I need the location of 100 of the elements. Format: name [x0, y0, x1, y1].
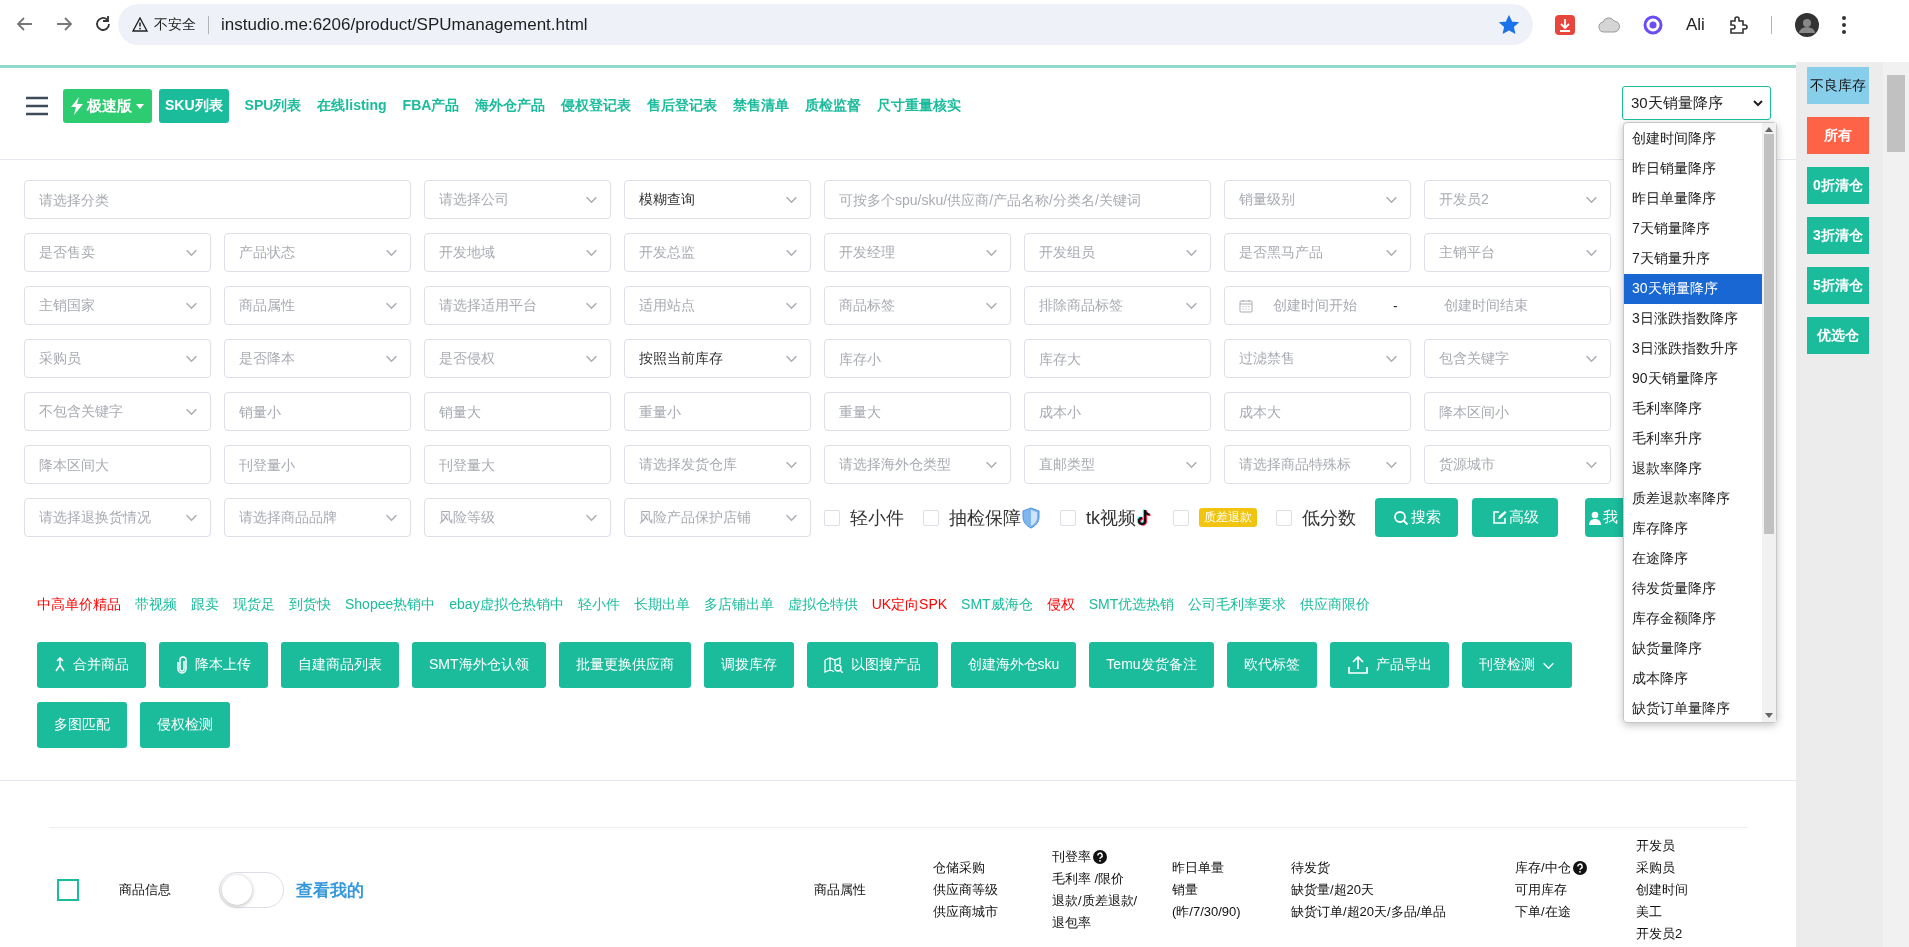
tool-button[interactable]: 侵权检测 [140, 702, 230, 748]
date-range-field[interactable]: 创建时间开始 - 创建时间结束 [1224, 286, 1611, 325]
input-field[interactable]: 刊登量小 [224, 445, 411, 484]
tag-link[interactable]: 中高单价精品 [37, 596, 121, 614]
input-field[interactable]: 成本大 [1224, 392, 1411, 431]
input-field[interactable]: 降本区间大 [24, 445, 211, 484]
select-field[interactable]: 开发地域 [424, 233, 611, 272]
tag-link[interactable]: 现货足 [233, 596, 275, 614]
avatar-icon[interactable] [1794, 12, 1819, 37]
download-icon[interactable] [1555, 14, 1575, 35]
tag-link[interactable]: 虚拟仓特供 [787, 596, 858, 614]
select-field[interactable]: 主销国家 [24, 286, 211, 325]
tool-button[interactable]: 产品导出 [1329, 642, 1449, 688]
filter-button[interactable]: 0折清仓 [1807, 167, 1869, 204]
select-field[interactable]: 产品状态 [224, 233, 411, 272]
nav-tab[interactable]: 尺寸重量核实 [871, 89, 968, 123]
scrollbar-thumb[interactable] [1887, 75, 1905, 152]
tag-link[interactable]: 公司毛利率要求 [1188, 596, 1287, 614]
scrollbar-thumb[interactable] [1764, 134, 1774, 534]
select-field[interactable]: 是否黑马产品 [1224, 233, 1411, 272]
select-field[interactable]: 按照当前库存 [624, 339, 811, 378]
select-field[interactable]: 包含关键字 [1424, 339, 1611, 378]
select-field[interactable]: 请选择退换货情况 [24, 498, 211, 537]
select-field[interactable]: 商品属性 [224, 286, 411, 325]
input-field[interactable]: 可按多个spu/sku/供应商/产品名称/分类名/关键词 [824, 180, 1211, 219]
dropdown-option[interactable]: 库存金额降序 [1624, 604, 1762, 634]
select-field[interactable]: 请选择发货仓库 [624, 445, 811, 484]
dropdown-option[interactable]: 缺货量降序 [1624, 634, 1762, 664]
input-field[interactable]: 销量小 [224, 392, 411, 431]
select-field[interactable]: 货源城市 [1424, 445, 1611, 484]
select-field[interactable]: 是否侵权 [424, 339, 611, 378]
dropdown-option[interactable]: 昨日单量降序 [1624, 184, 1762, 214]
puzzle-icon[interactable] [1727, 14, 1748, 35]
tool-button[interactable]: 创建海外仓sku [950, 642, 1077, 688]
select-field[interactable]: 开发总监 [624, 233, 811, 272]
tag-link[interactable]: 跟卖 [191, 596, 219, 614]
dropdown-option[interactable]: 3日涨跌指数降序 [1624, 304, 1762, 334]
select-field[interactable]: 直邮类型 [1024, 445, 1211, 484]
dropdown-option[interactable]: 创建时间降序 [1624, 124, 1762, 154]
input-field[interactable]: 刊登量大 [424, 445, 611, 484]
input-field[interactable]: 销量大 [424, 392, 611, 431]
filter-button[interactable]: 所有 [1807, 117, 1869, 154]
tool-button[interactable]: 调拨库存 [703, 642, 794, 688]
select-field[interactable]: 请选择商品特殊标 [1224, 445, 1411, 484]
select-field[interactable]: 是否降本 [224, 339, 411, 378]
input-field[interactable]: 库存大 [1024, 339, 1211, 378]
extension-label[interactable]: Ali [1686, 14, 1705, 35]
select-field[interactable]: 请选择海外仓类型 [824, 445, 1011, 484]
tool-button[interactable]: 降本上传 [159, 642, 268, 688]
tool-button[interactable]: 刊登检测 [1461, 642, 1572, 688]
select-field[interactable]: 商品标签 [824, 286, 1011, 325]
select-field[interactable]: 不包含关键字 [24, 392, 211, 431]
select-field[interactable]: 是否售卖 [24, 233, 211, 272]
nav-tab[interactable]: FBA产品 [396, 89, 466, 123]
menu-icon[interactable] [1841, 15, 1846, 34]
speed-mode-button[interactable]: 极速版 [63, 89, 152, 123]
tag-link[interactable]: 长期出单 [633, 596, 690, 614]
scroll-down-icon[interactable] [1765, 713, 1773, 718]
nav-tab[interactable]: 海外仓产品 [469, 89, 552, 123]
sort-select[interactable]: 30天销量降序 [1622, 86, 1771, 120]
menu-icon[interactable] [26, 96, 48, 116]
input-field[interactable]: 成本小 [1024, 392, 1211, 431]
dropdown-option[interactable]: 90天销量降序 [1624, 364, 1762, 394]
tag-link[interactable]: SMT优选热销 [1088, 596, 1175, 614]
select-field[interactable]: 请选择商品品牌 [224, 498, 411, 537]
tag-link[interactable]: 轻小件 [577, 596, 620, 614]
tag-link[interactable]: 多店铺出单 [703, 596, 774, 614]
input-field[interactable]: 重量大 [824, 392, 1011, 431]
nav-tab[interactable]: 在线listing [311, 89, 393, 123]
select-field[interactable]: 开发经理 [824, 233, 1011, 272]
toggle-switch[interactable] [219, 872, 284, 908]
tool-button[interactable]: 合并商品 [37, 642, 146, 688]
filter-button[interactable]: 3折清仓 [1807, 217, 1869, 254]
cloud-icon[interactable] [1598, 14, 1620, 35]
input-field[interactable]: 库存小 [824, 339, 1011, 378]
select-field[interactable]: 采购员 [24, 339, 211, 378]
edit-button[interactable]: 高级 [1472, 498, 1558, 537]
select-field[interactable]: 开发组员 [1024, 233, 1211, 272]
tool-button[interactable]: 批量更换供应商 [558, 642, 691, 688]
select-field[interactable]: 风险等级 [424, 498, 611, 537]
dropdown-option[interactable]: 缺货订单量降序 [1624, 694, 1762, 724]
dropdown-option[interactable]: 毛利率升序 [1624, 424, 1762, 454]
dropdown-option[interactable]: 退款率降序 [1624, 454, 1762, 484]
select-field[interactable]: 开发员2 [1424, 180, 1611, 219]
tag-link[interactable]: 到货快 [289, 596, 331, 614]
filter-button[interactable]: 不良库存 [1807, 67, 1869, 104]
dropdown-option[interactable]: 30天销量降序 [1624, 274, 1762, 304]
nav-tab[interactable]: 侵权登记表 [555, 89, 638, 123]
tool-button[interactable]: Temu发货备注 [1089, 642, 1214, 688]
address-bar[interactable]: 不安全 instudio.me:6206/product/SPUmanagement.html [118, 4, 1533, 45]
scroll-up-icon[interactable] [1765, 127, 1773, 132]
ring-icon[interactable] [1643, 14, 1663, 35]
tag-link[interactable]: ebay虚拟仓热销中 [449, 596, 564, 614]
star-icon[interactable] [1499, 14, 1519, 35]
tag-link[interactable]: 供应商限价 [1300, 596, 1371, 614]
nav-tab[interactable]: 质检监督 [799, 89, 868, 123]
tag-link[interactable]: 带视频 [135, 596, 177, 614]
select-field[interactable]: 排除商品标签 [1024, 286, 1211, 325]
nav-tab[interactable]: 售后登记表 [641, 89, 724, 123]
select-field[interactable]: 风险产品保护店铺 [624, 498, 811, 537]
